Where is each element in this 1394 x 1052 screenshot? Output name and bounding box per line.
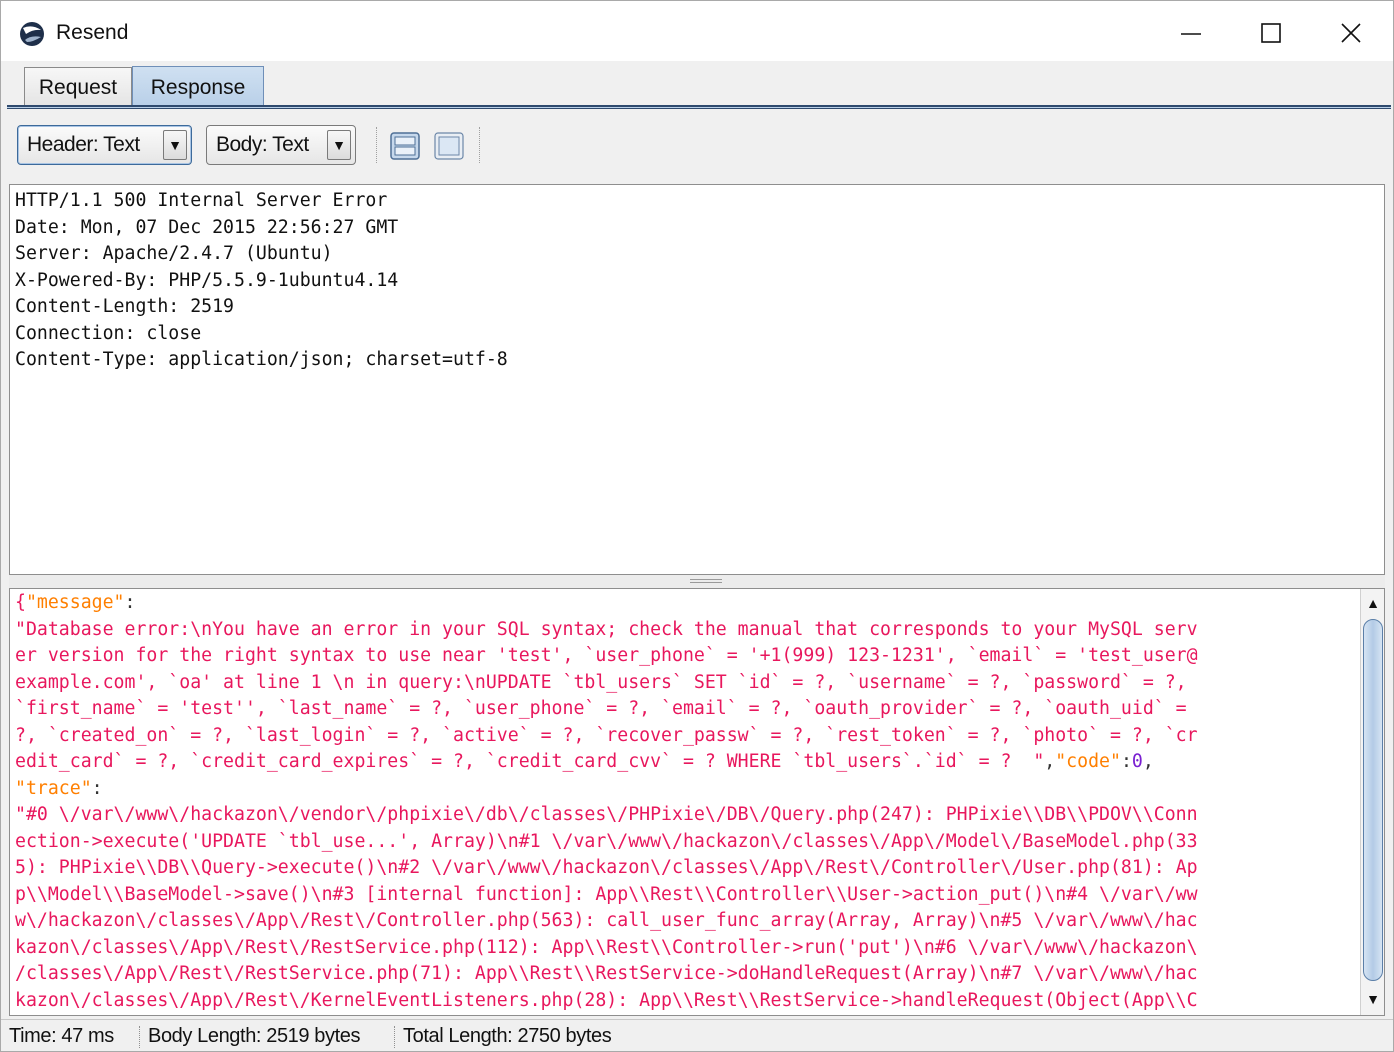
split-vertical-icon[interactable]: [390, 132, 420, 160]
response-body-text[interactable]: {"message": "Database error:\nYou have a…: [10, 589, 1356, 1015]
body-view-select[interactable]: Body: Text ▼: [206, 125, 356, 165]
body-view-label: Body: Text: [216, 133, 309, 156]
status-separator: [394, 1026, 395, 1048]
header-line: X-Powered-By: PHP/5.5.9-1ubuntu4.14: [15, 269, 399, 291]
resend-window: Resend Request Response Header: Text ▼ B…: [0, 0, 1394, 1052]
body-line: edit_card` = ?, `credit_card_expires` = …: [15, 751, 1154, 772]
maximize-icon: [1261, 23, 1281, 43]
header-line: Server: Apache/2.4.7 (Ubuntu): [15, 243, 333, 264]
body-line: ection->execute('UPDATE `tbl_use...', Ar…: [15, 830, 1198, 852]
response-header-text[interactable]: HTTP/1.1 500 Internal Server Error Date:…: [10, 185, 1384, 374]
body-line: er version for the right syntax to use n…: [15, 645, 1198, 666]
chevron-down-icon: ▼: [327, 130, 351, 160]
body-line: kazon\/classes\/App\/Rest\/KernelEventLi…: [15, 989, 1198, 1011]
body-line: p\\Model\\BaseModel->save()\n#3 [interna…: [15, 883, 1198, 905]
toolbar-separator: [479, 127, 481, 163]
title-bar: Resend: [1, 1, 1393, 61]
splitter-grip-icon: [690, 579, 722, 583]
body-line: 5): PHPixie\\DB\\Query->execute()\n#2 \/…: [15, 857, 1198, 878]
header-line: HTTP/1.1 500 Internal Server Error: [15, 190, 388, 211]
body-line: {"message":: [15, 592, 136, 613]
body-line: kazon\/classes\/App\/Rest\/RestService.p…: [15, 936, 1198, 958]
body-line: /classes\/App\/Rest\/RestService.php(71)…: [15, 963, 1198, 984]
header-view-select[interactable]: Header: Text ▼: [17, 125, 192, 165]
toolbar-separator: [376, 127, 378, 163]
body-line: w\/hackazon\/classes\/App\/Rest\/Control…: [15, 910, 1198, 931]
tab-bar: Request Response: [1, 61, 1393, 108]
response-body-pane[interactable]: {"message": "Database error:\nYou have a…: [9, 588, 1385, 1016]
header-line: Content-Length: 2519: [15, 296, 234, 317]
body-line: example.com', `oa' at line 1 \n in query…: [15, 671, 1187, 693]
scroll-down-icon[interactable]: ▼: [1363, 987, 1383, 1011]
minimize-icon: [1181, 33, 1201, 35]
window-title: Resend: [56, 21, 129, 44]
status-bar: Time: 47 ms Body Length: 2519 bytes Tota…: [1, 1019, 1393, 1051]
tab-response[interactable]: Response: [132, 66, 264, 108]
pane-splitter[interactable]: [9, 575, 1385, 588]
header-line: Date: Mon, 07 Dec 2015 22:56:27 GMT: [15, 216, 399, 238]
header-view-label: Header: Text: [27, 133, 140, 156]
split-horizontal-icon[interactable]: [434, 132, 464, 160]
status-separator: [139, 1026, 140, 1048]
body-line: "trace":: [15, 777, 103, 799]
body-line: `first_name` = 'test'', `last_name` = ?,…: [15, 698, 1187, 719]
view-toolbar: Header: Text ▼ Body: Text ▼: [1, 113, 1393, 179]
response-header-pane[interactable]: HTTP/1.1 500 Internal Server Error Date:…: [9, 184, 1385, 575]
body-line: ?, `created_on` = ?, `last_login` = ?, `…: [15, 724, 1198, 746]
tab-request[interactable]: Request: [24, 67, 132, 107]
header-line: Content-Type: application/json; charset=…: [15, 349, 508, 370]
tab-underline: [7, 105, 1391, 109]
maximize-button[interactable]: [1241, 11, 1301, 55]
scrollbar-thumb[interactable]: [1363, 619, 1383, 981]
header-line: Connection: close: [15, 322, 202, 344]
status-time: Time: 47 ms: [9, 1025, 114, 1047]
globe-icon: [20, 22, 44, 46]
body-line: "#0 \/var\/www\/hackazon\/vendor\/phpixi…: [15, 804, 1198, 825]
chevron-down-icon: ▼: [163, 130, 187, 160]
close-button[interactable]: [1321, 11, 1381, 55]
status-body-length: Body Length: 2519 bytes: [148, 1025, 361, 1047]
minimize-button[interactable]: [1161, 11, 1221, 55]
close-icon: [1341, 23, 1361, 43]
body-line: "Database error:\nYou have an error in y…: [15, 618, 1198, 640]
scroll-up-icon[interactable]: ▲: [1363, 591, 1383, 615]
status-total-length: Total Length: 2750 bytes: [403, 1025, 612, 1047]
body-scrollbar[interactable]: ▲ ▼: [1360, 589, 1384, 1015]
